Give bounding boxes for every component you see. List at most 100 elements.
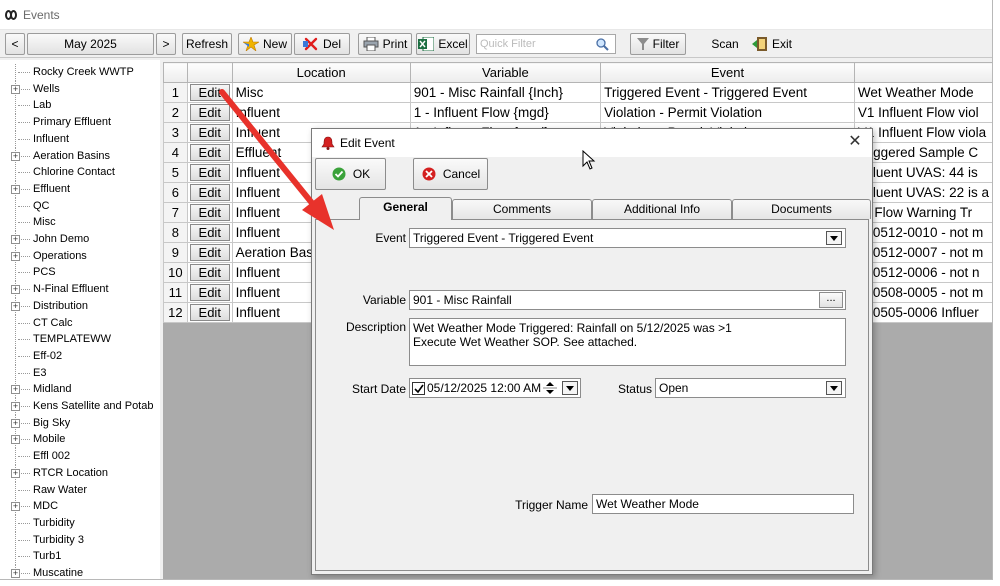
- column-header-variable[interactable]: Variable: [409, 62, 602, 83]
- tree-item[interactable]: Effl 002: [0, 448, 160, 466]
- event-dropdown-arrow-icon[interactable]: [826, 231, 842, 245]
- refresh-button[interactable]: Refresh: [182, 33, 232, 55]
- details-cell[interactable]: Influent UVAS: 22 is a: [853, 182, 992, 203]
- filter-button[interactable]: Filter: [630, 33, 686, 55]
- tree-item[interactable]: Chlorine Contact: [0, 164, 160, 182]
- event-cell[interactable]: Triggered Event - Triggered Event: [600, 82, 855, 103]
- expand-plus-icon[interactable]: +: [11, 84, 20, 94]
- tree-item[interactable]: E3: [0, 364, 160, 382]
- tree-item[interactable]: + MDC: [0, 498, 160, 516]
- column-header-details[interactable]: [853, 62, 992, 83]
- cancel-button[interactable]: Cancel: [413, 158, 488, 190]
- status-combo[interactable]: Open: [655, 378, 846, 398]
- next-month-button[interactable]: >: [156, 33, 176, 55]
- details-cell[interactable]: Hi Flow Warning Tr: [853, 202, 992, 223]
- tree-item[interactable]: + John Demo: [0, 231, 160, 248]
- column-header-location[interactable]: Location: [231, 62, 411, 83]
- tree-item[interactable]: + Muscatine: [0, 565, 160, 579]
- tree-item[interactable]: PCS: [0, 264, 160, 282]
- edit-row-button[interactable]: Edit: [189, 184, 230, 201]
- variable-cell[interactable]: 1 - Influent Flow {mgd}: [409, 102, 602, 123]
- month-selector[interactable]: May 2025: [27, 33, 154, 55]
- expand-plus-icon[interactable]: +: [11, 569, 20, 578]
- start-date-checkbox[interactable]: [412, 381, 425, 395]
- expand-plus-icon[interactable]: +: [11, 235, 20, 244]
- details-cell[interactable]: V1 Influent Flow viola: [853, 122, 992, 143]
- expand-plus-icon[interactable]: +: [11, 468, 20, 478]
- tree-item[interactable]: + Aeration Basins: [0, 147, 160, 165]
- start-date-dropdown-arrow-icon[interactable]: [562, 381, 578, 395]
- prev-month-button[interactable]: <: [5, 33, 25, 55]
- details-cell[interactable]: 250512-0007 - not m: [853, 242, 992, 263]
- edit-row-button[interactable]: Edit: [189, 264, 230, 281]
- tab-general[interactable]: General: [359, 197, 452, 220]
- expand-plus-icon[interactable]: +: [11, 502, 20, 512]
- column-header-event[interactable]: Event: [600, 62, 855, 83]
- tree-item[interactable]: Turb1: [0, 548, 160, 566]
- tree-item[interactable]: TEMPLATEWW: [0, 331, 160, 349]
- tab-documents[interactable]: Documents: [732, 199, 871, 219]
- edit-row-button[interactable]: Edit: [189, 84, 230, 101]
- expand-plus-icon[interactable]: +: [11, 385, 20, 395]
- status-dropdown-arrow-icon[interactable]: [826, 381, 842, 395]
- tree-item[interactable]: + N-Final Effluent: [0, 281, 160, 299]
- tab-comments[interactable]: Comments: [452, 199, 592, 219]
- expand-plus-icon[interactable]: +: [11, 402, 20, 411]
- tab-additional-info[interactable]: Additional Info: [592, 199, 732, 219]
- location-cell[interactable]: Influent: [231, 102, 411, 123]
- exit-button[interactable]: Exit: [744, 33, 800, 55]
- tree-item[interactable]: Lab: [0, 97, 160, 115]
- tree-item[interactable]: + Wells: [0, 80, 160, 98]
- print-button[interactable]: Print: [358, 33, 412, 55]
- expand-plus-icon[interactable]: +: [11, 285, 20, 295]
- expand-plus-icon[interactable]: +: [11, 418, 20, 428]
- tree-item[interactable]: + Kens Satellite and Potab: [0, 398, 160, 415]
- description-textarea[interactable]: Wet Weather Mode Triggered: Rainfall on …: [409, 318, 846, 366]
- search-icon[interactable]: [595, 37, 609, 51]
- edit-row-button[interactable]: Edit: [189, 144, 230, 161]
- edit-row-button[interactable]: Edit: [189, 224, 230, 241]
- tree-item[interactable]: Eff-02: [0, 347, 160, 365]
- variable-cell[interactable]: 901 - Misc Rainfall {Inch}: [409, 82, 602, 103]
- variable-field[interactable]: 901 - Misc Rainfall ...: [409, 290, 846, 310]
- location-cell[interactable]: Misc: [231, 82, 411, 103]
- edit-row-button[interactable]: Edit: [189, 124, 230, 141]
- edit-row-button[interactable]: Edit: [189, 304, 230, 321]
- close-icon[interactable]: ✕: [846, 133, 864, 151]
- tree-item[interactable]: Misc: [0, 214, 160, 232]
- tree-item[interactable]: Turbidity: [0, 514, 160, 532]
- tree-item[interactable]: Influent: [0, 130, 160, 148]
- details-cell[interactable]: Wet Weather Mode: [853, 82, 992, 103]
- tree-item[interactable]: Primary Effluent: [0, 114, 160, 132]
- expand-plus-icon[interactable]: +: [11, 251, 20, 261]
- tree-item[interactable]: + Distribution: [0, 297, 160, 315]
- details-cell[interactable]: 250512-0006 - not n: [853, 262, 992, 283]
- expand-plus-icon[interactable]: +: [11, 301, 20, 311]
- details-cell[interactable]: 250512-0010 - not m: [853, 222, 992, 243]
- tree-item[interactable]: + Big Sky: [0, 414, 160, 432]
- tree-item[interactable]: + RTCR Location: [0, 464, 160, 482]
- tree-item[interactable]: Turbidity 3: [0, 531, 160, 549]
- table-row[interactable]: 1 Edit Misc 901 - Misc Rainfall {Inch} Trigg…: [163, 82, 992, 103]
- tree-item[interactable]: + Operations: [0, 247, 160, 265]
- scan-button[interactable]: Scan: [706, 33, 744, 55]
- details-cell[interactable]: Influent UVAS: 44 is: [853, 162, 992, 183]
- event-combo[interactable]: Triggered Event - Triggered Event: [409, 228, 846, 248]
- tree-item[interactable]: Raw Water: [0, 481, 160, 499]
- details-cell[interactable]: Triggered Sample C: [853, 142, 992, 163]
- expand-plus-icon[interactable]: +: [11, 151, 20, 161]
- new-button[interactable]: New: [238, 33, 292, 55]
- edit-row-button[interactable]: Edit: [189, 164, 230, 181]
- details-cell[interactable]: V1 Influent Flow viol: [853, 102, 992, 123]
- edit-row-button[interactable]: Edit: [189, 204, 230, 221]
- edit-row-button[interactable]: Edit: [189, 244, 230, 261]
- edit-row-button[interactable]: Edit: [189, 104, 230, 121]
- excel-button[interactable]: Excel: [416, 33, 470, 55]
- table-row[interactable]: 2 Edit Influent 1 - Influent Flow {mgd} Viol…: [163, 102, 992, 123]
- ok-button[interactable]: OK: [315, 158, 386, 190]
- delete-button[interactable]: Del: [294, 33, 350, 55]
- tree-item[interactable]: + Midland: [0, 381, 160, 399]
- expand-plus-icon[interactable]: +: [11, 435, 20, 445]
- tree-item[interactable]: + Mobile: [0, 431, 160, 449]
- details-cell[interactable]: 250508-0005 - not m: [853, 282, 992, 303]
